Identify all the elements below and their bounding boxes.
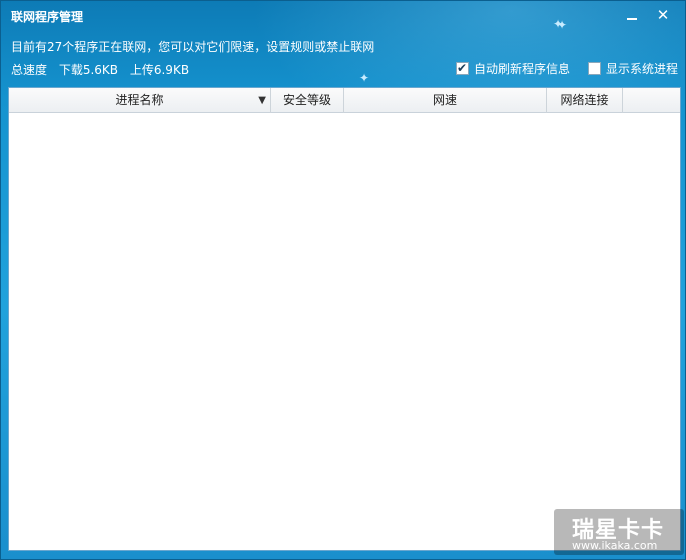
show-system-process-checkbox[interactable]: 显示系统进程 xyxy=(588,60,678,77)
auto-refresh-label: 自动刷新程序信息 xyxy=(474,62,571,76)
speed-summary: 总速度 下载5.6KB 上传6.9KB xyxy=(11,61,197,78)
window-title: 联网程序管理 xyxy=(11,10,84,24)
show-system-process-label: 显示系统进程 xyxy=(606,62,679,76)
checkbox-box[interactable]: ✔ xyxy=(456,61,469,75)
column-header-connections[interactable]: 网络连接 xyxy=(547,88,623,113)
upload-speed: 上传6.9KB xyxy=(129,63,190,77)
title-bar: 联网程序管理 ✕ xyxy=(1,1,685,29)
sparkle-icon: ✦ xyxy=(359,71,370,85)
table-header: 进程名称 ▼ 安全等级 网速 网络连接 xyxy=(9,88,680,113)
watermark-url: www.ikaka.com xyxy=(572,539,658,552)
column-header-security-level[interactable]: 安全等级 xyxy=(271,88,344,113)
checkmark-icon: ✔ xyxy=(457,61,468,75)
network-program-manager-window: ✦ ✦ ✦ 联网程序管理 ✕ 目前有27个程序正在联网，您可以对它们限速，设置规… xyxy=(0,0,686,560)
column-header-process-name[interactable]: 进程名称 ▼ xyxy=(9,88,271,113)
watermark-logo: 瑞星卡卡 www.ikaka.com xyxy=(554,509,684,555)
auto-refresh-checkbox[interactable]: ✔ 自动刷新程序信息 xyxy=(456,60,570,77)
close-icon: ✕ xyxy=(656,6,670,24)
close-button[interactable]: ✕ xyxy=(652,5,674,25)
minimize-icon xyxy=(627,18,637,20)
checkbox-box[interactable] xyxy=(588,62,601,75)
program-table: 进程名称 ▼ 安全等级 网速 网络连接 xyxy=(8,87,681,551)
minimize-button[interactable] xyxy=(621,5,643,25)
download-speed: 下载5.6KB xyxy=(58,63,119,77)
column-header-speed[interactable]: 网速 xyxy=(344,88,547,113)
total-speed-label: 总速度 xyxy=(11,63,48,77)
connection-summary: 目前有27个程序正在联网，您可以对它们限速，设置规则或禁止联网 xyxy=(11,40,375,54)
chevron-down-icon[interactable]: ▼ xyxy=(258,88,266,113)
